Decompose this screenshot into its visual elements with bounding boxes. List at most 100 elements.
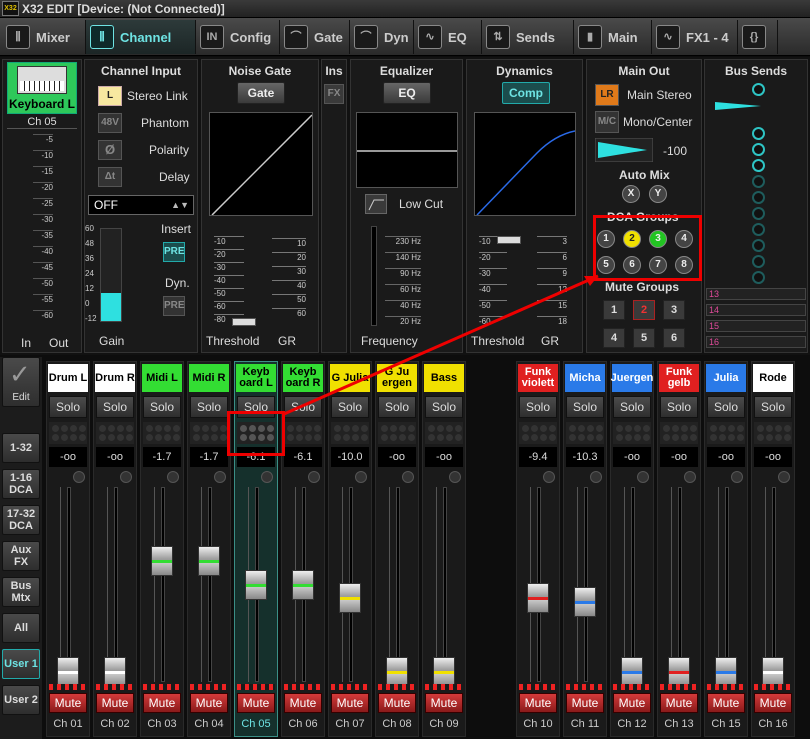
dca-assign-dots[interactable] — [284, 422, 322, 444]
fader-cap[interactable] — [668, 657, 690, 688]
solo-button[interactable]: Solo — [613, 396, 651, 418]
eq-curve-graph[interactable] — [356, 112, 458, 188]
fader-cap[interactable] — [433, 657, 455, 688]
tab-main[interactable]: ▮ Main — [574, 20, 652, 54]
mute-button[interactable]: Mute — [754, 693, 792, 713]
gate-button[interactable]: Gate — [237, 82, 285, 104]
fader-track[interactable] — [725, 487, 729, 682]
dca-assign-dots[interactable] — [190, 422, 228, 444]
bus-send-bar[interactable]: 16 — [706, 336, 806, 348]
bank-button-user-1[interactable]: User 1 — [2, 649, 40, 679]
bus-send-bar[interactable]: 15 — [706, 320, 806, 332]
ins-fx-button[interactable]: FX — [324, 84, 344, 104]
fader-cap[interactable] — [386, 657, 408, 688]
auto-mix-x-button[interactable]: X — [622, 185, 640, 203]
strip-name[interactable]: Bass — [424, 364, 464, 392]
dca-assign-dots[interactable] — [378, 422, 416, 444]
bus-send-knob[interactable] — [752, 255, 765, 268]
dca-assign-dots[interactable] — [660, 422, 698, 444]
mute-group-2-button[interactable]: 2 — [633, 300, 655, 320]
solo-button[interactable]: Solo — [96, 396, 134, 418]
mute-group-6-button[interactable]: 6 — [663, 328, 685, 348]
mute-button[interactable]: Mute — [237, 693, 275, 713]
fader-cap[interactable] — [621, 657, 643, 688]
pan-knob[interactable] — [73, 471, 85, 483]
dca-assign-dots[interactable] — [331, 422, 369, 444]
gate-threshold-fader[interactable] — [232, 318, 256, 326]
bus-send-knob[interactable] — [752, 271, 765, 284]
mute-group-5-button[interactable]: 5 — [633, 328, 655, 348]
tab-channel[interactable]: ⫼ Channel — [86, 20, 196, 54]
pan-knob[interactable] — [449, 471, 461, 483]
fader-track[interactable] — [67, 487, 71, 682]
tab-gate[interactable]: ⌒ Gate — [280, 20, 350, 54]
dca-assign-dots[interactable] — [707, 422, 745, 444]
strip-name[interactable]: G Ju ergen — [377, 364, 417, 392]
dca-assign-dots[interactable] — [519, 422, 557, 444]
gain-meter[interactable] — [100, 228, 122, 322]
mute-button[interactable]: Mute — [707, 693, 745, 713]
bank-button-edit[interactable]: ✓ Edit — [2, 357, 40, 407]
dca-assign-dots[interactable] — [143, 422, 181, 444]
mute-group-4-button[interactable]: 4 — [603, 328, 625, 348]
pan-knob[interactable] — [355, 471, 367, 483]
solo-button[interactable]: Solo — [378, 396, 416, 418]
fader-cap[interactable] — [245, 569, 267, 600]
strip-name[interactable]: Midi R — [189, 364, 229, 392]
strip-name[interactable]: Keyb oard L — [236, 364, 276, 392]
solo-button[interactable]: Solo — [754, 396, 792, 418]
auto-mix-y-button[interactable]: Y — [649, 185, 667, 203]
bank-button-aux-fx[interactable]: Aux FX — [2, 541, 40, 571]
dyn-pre-button[interactable]: PRE — [163, 296, 185, 316]
bus-send-knob[interactable] — [752, 175, 765, 188]
tab-config[interactable]: IN Config — [196, 20, 280, 54]
mute-button[interactable]: Mute — [284, 693, 322, 713]
solo-button[interactable]: Solo — [425, 396, 463, 418]
bus-send-knob[interactable] — [752, 207, 765, 220]
delay-button[interactable]: Δt — [98, 167, 122, 187]
bus-send-knob[interactable] — [752, 159, 765, 172]
bus-send-knob[interactable] — [752, 127, 765, 140]
dynamics-threshold-fader[interactable] — [497, 236, 521, 244]
pan-knob[interactable] — [261, 471, 273, 483]
stereo-link-button[interactable]: L — [98, 86, 122, 106]
fader-track[interactable] — [772, 487, 776, 682]
pan-knob[interactable] — [637, 471, 649, 483]
tab-eq[interactable]: ∿ EQ — [414, 20, 482, 54]
solo-button[interactable]: Solo — [519, 396, 557, 418]
fader-cap[interactable] — [339, 583, 361, 614]
pan-knob[interactable] — [731, 471, 743, 483]
pan-knob[interactable] — [214, 471, 226, 483]
mute-group-1-button[interactable]: 1 — [603, 300, 625, 320]
mute-button[interactable]: Mute — [49, 693, 87, 713]
mute-button[interactable]: Mute — [660, 693, 698, 713]
fader-cap[interactable] — [104, 657, 126, 688]
gate-curve-graph[interactable] — [209, 112, 313, 216]
bus-send-pan[interactable] — [715, 98, 763, 114]
dca-assign-dots[interactable] — [566, 422, 604, 444]
tab-dyn[interactable]: ⌒ Dyn — [350, 20, 414, 54]
bank-button-all[interactable]: All — [2, 613, 40, 643]
dca-assign-dots[interactable] — [754, 422, 792, 444]
mute-button[interactable]: Mute — [566, 693, 604, 713]
input-source-select[interactable]: OFF ▲▼ — [88, 195, 194, 215]
tab-mixer[interactable]: ⫼ Mixer — [2, 20, 86, 54]
tab-sends[interactable]: ⇅ Sends — [482, 20, 574, 54]
low-cut-slider[interactable] — [371, 226, 377, 326]
strip-name[interactable]: Midi L — [142, 364, 182, 392]
solo-button[interactable]: Solo — [190, 396, 228, 418]
bus-send-knob[interactable] — [752, 239, 765, 252]
fader-track[interactable] — [443, 487, 447, 682]
tab-fx1-4[interactable]: ∿ FX1 - 4 — [652, 20, 738, 54]
strip-name[interactable]: Keyb oard R — [283, 364, 323, 392]
pan-knob[interactable] — [308, 471, 320, 483]
main-lr-button[interactable]: LR — [595, 84, 619, 106]
tab--fx-[interactable]: {} — [738, 20, 778, 54]
mute-button[interactable]: Mute — [378, 693, 416, 713]
bus-send-knob[interactable] — [752, 83, 765, 96]
channel-icon-box[interactable]: Keyboard L — [7, 62, 77, 114]
strip-name[interactable]: Drum R — [95, 364, 135, 392]
pan-knob[interactable] — [402, 471, 414, 483]
mute-button[interactable]: Mute — [613, 693, 651, 713]
strip-name[interactable]: Julia — [706, 364, 746, 392]
